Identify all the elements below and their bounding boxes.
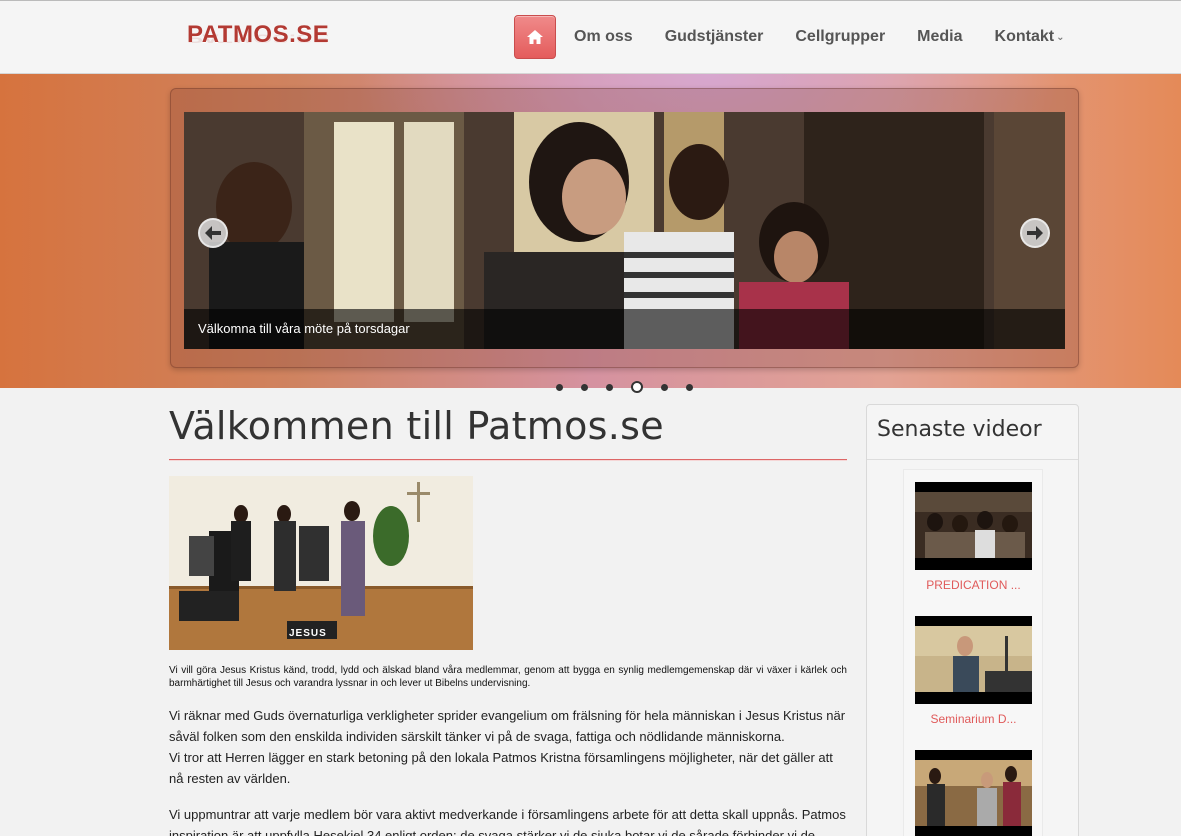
sidebar-divider (867, 459, 1078, 460)
slider-dot[interactable] (631, 381, 643, 393)
video-title-link[interactable]: PREDICATION ... (915, 578, 1032, 592)
video-item[interactable]: PREDICATION ... (915, 482, 1032, 592)
nav-label: Gudstjänster (664, 28, 764, 45)
arrow-left-icon (205, 226, 221, 240)
video-item[interactable]: Seminarium D... (915, 616, 1032, 726)
slider-pagination (556, 381, 711, 393)
title-divider (169, 459, 847, 461)
paragraph-1: Vi räknar med Guds övernaturliga verklig… (169, 705, 847, 789)
slider-dot[interactable] (556, 383, 563, 391)
page-title: Välkommen till Patmos.se (169, 404, 664, 448)
arrow-right-icon (1027, 226, 1043, 240)
nav-gudstjanster[interactable]: Gudstjänster (665, 28, 764, 46)
intro-text: Vi vill göra Jesus Kristus känd, trodd, … (169, 665, 847, 689)
nav-media[interactable]: Media (917, 28, 962, 46)
slider-next-button[interactable] (1020, 218, 1050, 248)
slider-dot[interactable] (581, 383, 588, 391)
worship-photo-image (169, 476, 473, 650)
nav-kontakt[interactable]: Kontakt ⌄ (995, 28, 1065, 46)
slider-dot[interactable] (686, 383, 693, 391)
logo-reflection: PATMOS.SE (187, 31, 330, 46)
main-nav: Om oss Gudstjänster Cellgrupper Media Ko… (514, 15, 1064, 59)
worship-photo: JESUS (169, 476, 473, 650)
nav-label: Cellgrupper (795, 28, 886, 45)
video-title-link[interactable]: Seminarium D... (915, 712, 1032, 726)
nav-label: Kontakt (994, 28, 1055, 45)
video-thumbnail-image (915, 616, 1032, 704)
slider-prev-button[interactable] (198, 218, 228, 248)
paragraph-1-line-2: Vi tror att Herren lägger en stark beton… (169, 750, 833, 786)
home-icon (527, 30, 543, 44)
video-thumbnail[interactable] (915, 616, 1032, 704)
paragraph-1-line-1: Vi räknar med Guds övernaturliga verklig… (169, 708, 846, 744)
chevron-down-icon: ⌄ (1056, 31, 1065, 43)
video-thumbnail[interactable] (915, 750, 1032, 836)
jesus-sign: JESUS (289, 628, 327, 639)
latest-videos-panel: Senaste videor PREDICATION ... Seminariu… (866, 404, 1079, 836)
video-item[interactable] (915, 750, 1032, 836)
site-header: PATMOS.SE PATMOS.SE Om oss Gudstjänster … (0, 0, 1181, 74)
paragraph-2: Vi uppmuntrar att varje medlem bör vara … (169, 807, 846, 836)
sidebar-title: Senaste videor (877, 417, 1042, 442)
nav-label: Media (917, 28, 963, 45)
video-thumbnail[interactable] (915, 482, 1032, 570)
video-thumbnail-image (915, 750, 1032, 836)
nav-cellgrupper[interactable]: Cellgrupper (795, 28, 885, 46)
home-button[interactable] (514, 15, 556, 59)
video-list: PREDICATION ... Seminarium D... (903, 469, 1043, 836)
nav-label: Om oss (574, 28, 633, 45)
video-thumbnail-image (915, 482, 1032, 570)
slider-dot[interactable] (606, 383, 613, 391)
slider-dot[interactable] (661, 383, 668, 391)
slide-caption: Välkomna till våra möte på torsdagar (184, 309, 1065, 349)
nav-om-oss[interactable]: Om oss (574, 28, 633, 46)
